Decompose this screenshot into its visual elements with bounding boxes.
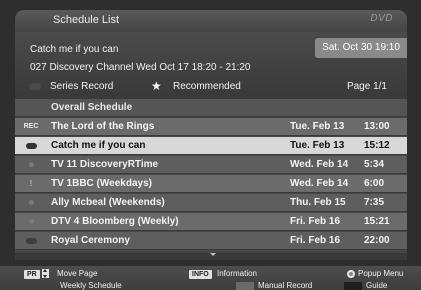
schedule-row[interactable]: Ally Mcbeal (Weekends) Thu. Feb 15 7:35: [15, 194, 407, 212]
row-date: Tue. Feb 13: [290, 140, 345, 151]
row-time: 13:00: [364, 121, 390, 132]
popup-menu-icon: [347, 269, 355, 278]
pr-badge: PR: [24, 270, 40, 279]
scroll-down-icon[interactable]: [210, 253, 216, 256]
color-key-icon: [236, 281, 254, 290]
legend: Series Record ★ Recommended Page 1/1: [15, 79, 407, 96]
reserve-dot-icon: [21, 194, 41, 211]
dvd-logo-text: DVD: [370, 13, 393, 24]
dvd-logo: DVD: [370, 13, 393, 24]
schedule-row[interactable]: ! TV 1BBC (Weekdays) Wed. Feb 14 6:00: [15, 175, 407, 193]
list-header: Overall Schedule: [15, 99, 407, 117]
row-time: 15:12: [364, 140, 390, 151]
row-name: TV 1BBC (Weekdays): [51, 178, 152, 189]
program-title: Catch me if you can: [30, 44, 119, 55]
conflict-icon: !: [29, 179, 33, 188]
record-pill-icon: [21, 137, 41, 154]
star-icon: ★: [151, 79, 162, 93]
row-time: 22:00: [364, 235, 390, 246]
schedule-row[interactable]: TV 11 DiscoveryRTime Wed. Feb 14 5:34: [15, 156, 407, 174]
record-pill-icon: [21, 232, 41, 249]
move-page-hint: PR Move Page: [24, 269, 97, 279]
row-date: Wed. Feb 14: [290, 178, 349, 189]
information-hint: INFO Information: [189, 269, 257, 279]
row-name: Ally Mcbeal (Weekends): [51, 197, 165, 208]
reserve-dot-icon: [21, 156, 41, 173]
row-date: Wed. Feb 14: [290, 159, 349, 170]
recommended-label: Recommended: [173, 81, 241, 92]
row-name: Royal Ceremony: [51, 235, 130, 246]
row-date: Thu. Feb 15: [290, 197, 346, 208]
list-header-label: Overall Schedule: [51, 102, 133, 113]
manual-record-label: Manual Record: [258, 281, 313, 290]
current-clock: Sat. Oct 30 19:10: [315, 38, 407, 58]
row-date: Fri. Feb 16: [290, 235, 341, 246]
reserve-dot-icon: [21, 213, 41, 230]
schedule-list: Overall Schedule REC The Lord of the Rin…: [15, 99, 407, 253]
row-date: Fri. Feb 16: [290, 216, 341, 227]
schedule-row-selected[interactable]: Catch me if you can Tue. Feb 13 15:12: [15, 137, 407, 155]
schedule-row[interactable]: DTV 4 Bloomberg (Weekly) Fri. Feb 16 15:…: [15, 213, 407, 231]
page-indicator: Page 1/1: [346, 81, 387, 92]
row-date: Tue. Feb 13: [290, 121, 345, 132]
guide-label: Guide: [366, 281, 388, 290]
rec-badge-icon: REC: [23, 123, 39, 130]
row-time: 15:21: [364, 216, 390, 227]
popup-menu-label: Popup Menu: [358, 269, 404, 278]
move-page-label: Move Page: [56, 269, 98, 278]
series-record-label: Series Record: [50, 81, 114, 92]
color-key-icon: [344, 281, 362, 290]
up-down-icon: [41, 269, 49, 279]
schedule-row[interactable]: Royal Ceremony Fri. Feb 16 22:00: [15, 232, 407, 250]
weekly-schedule-label: Weekly Schedule: [60, 281, 122, 290]
row-name: Catch me if you can: [51, 140, 146, 151]
manual-record-hint: Manual Record: [236, 281, 312, 290]
row-time: 7:35: [364, 197, 385, 208]
row-time: 6:00: [364, 178, 385, 189]
footer-help-bar: PR Move Page INFO Information Popup Menu…: [0, 266, 421, 290]
schedule-row[interactable]: REC The Lord of the Rings Tue. Feb 13 13…: [15, 118, 407, 136]
popup-menu-hint: Popup Menu: [347, 269, 403, 278]
row-name: DTV 4 Bloomberg (Weekly): [51, 216, 179, 227]
series-record-icon: [29, 83, 41, 90]
program-detail: 027 Discovery Channel Wed Oct 17 18:20 -…: [30, 62, 251, 73]
info-badge: INFO: [189, 270, 212, 279]
weekly-schedule-hint: Weekly Schedule: [60, 281, 122, 290]
guide-hint: Guide: [344, 281, 387, 290]
window-title: Schedule List: [53, 14, 120, 26]
window-title-bar: Schedule List DVD: [15, 10, 407, 32]
row-name: TV 11 DiscoveryRTime: [51, 159, 159, 170]
information-label: Information: [216, 269, 257, 278]
row-time: 5:34: [364, 159, 385, 170]
row-name: The Lord of the Rings: [51, 121, 155, 132]
